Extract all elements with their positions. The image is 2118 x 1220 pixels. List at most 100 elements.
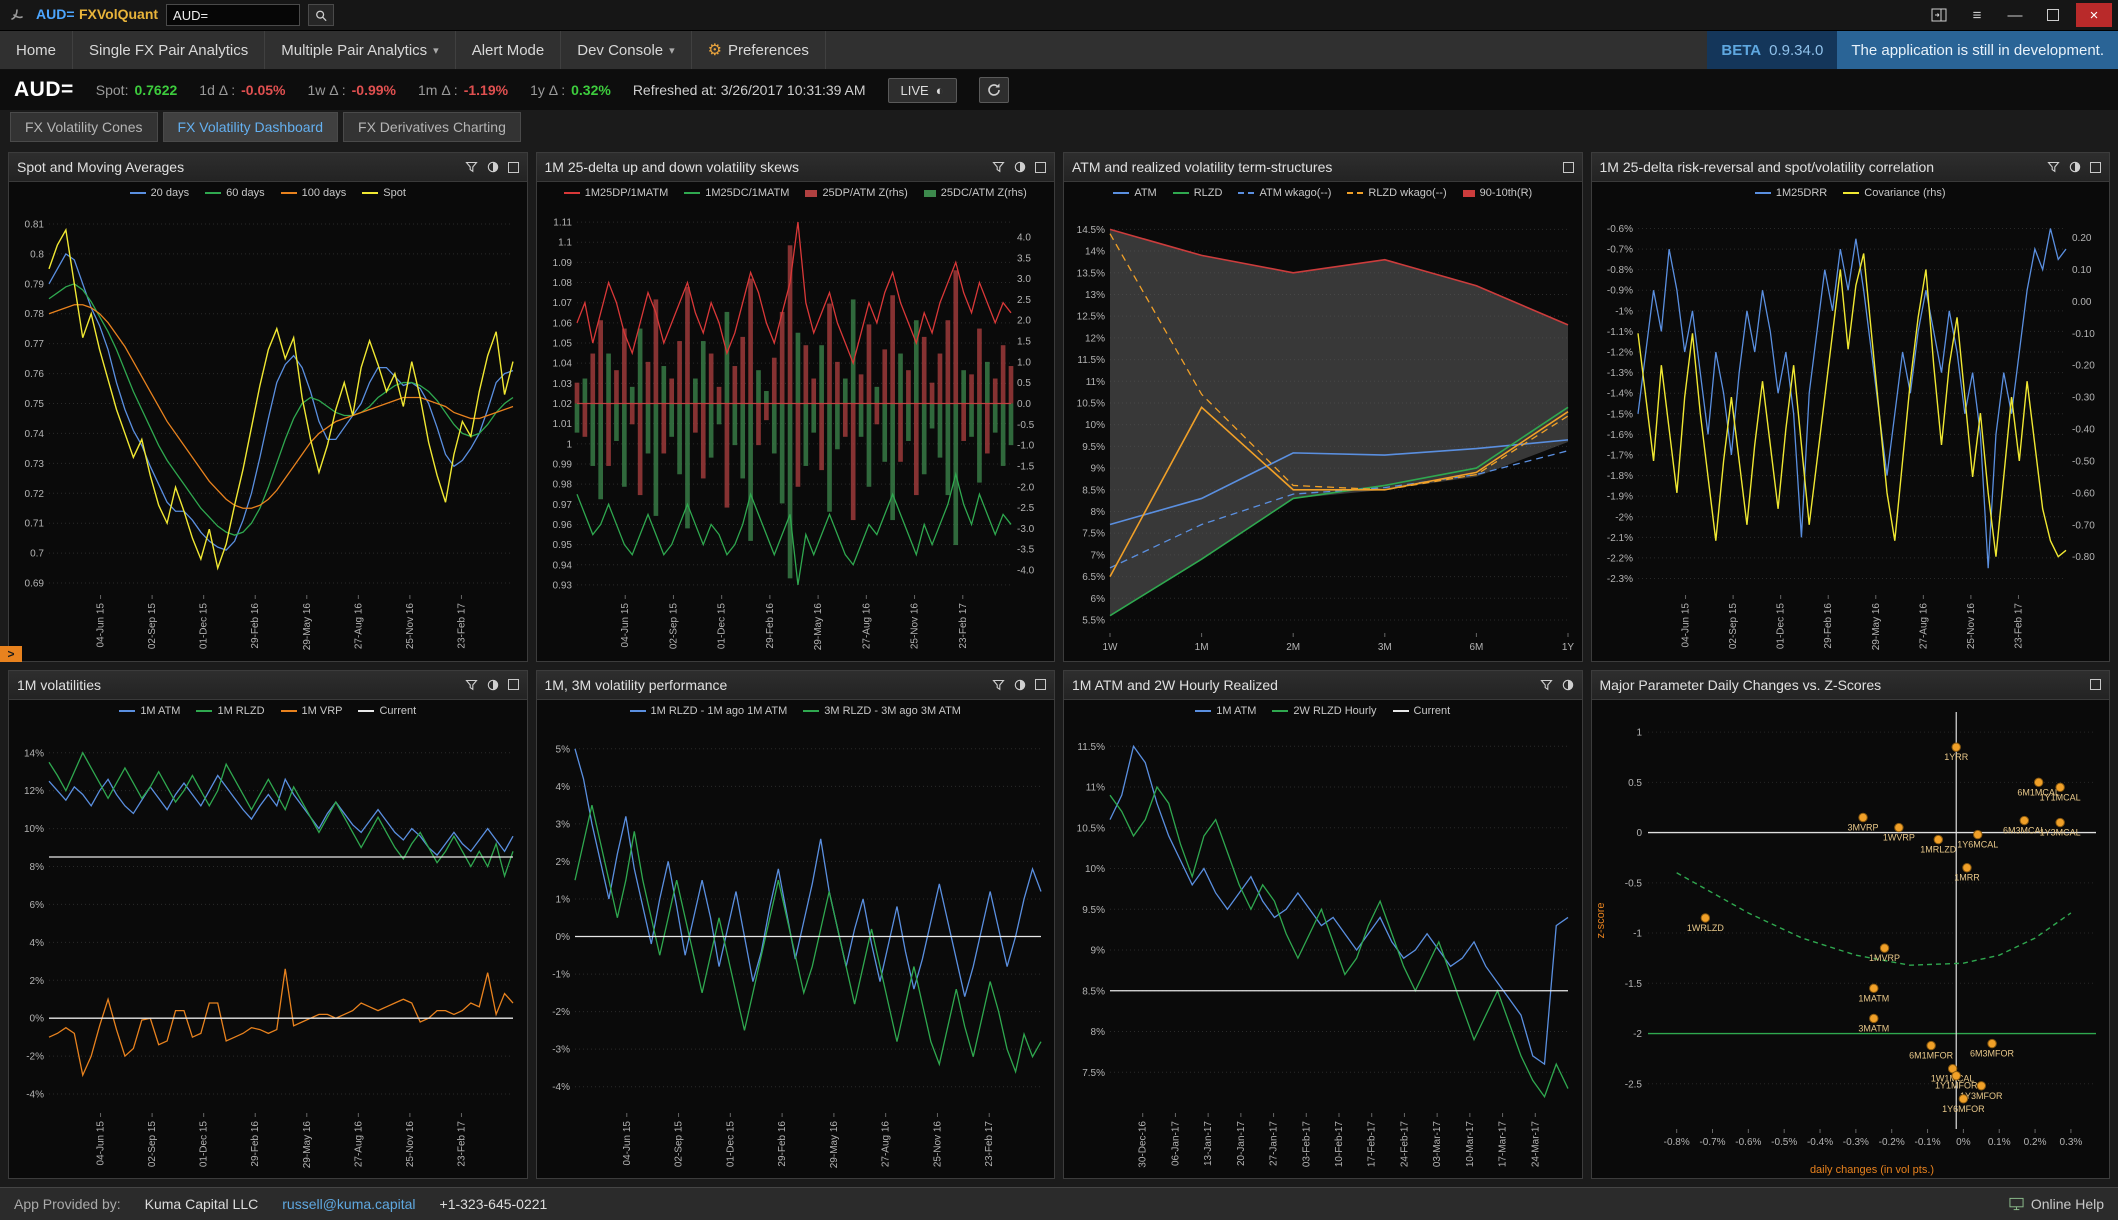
- online-help-link[interactable]: Online Help: [2009, 1196, 2104, 1212]
- chart-svg: -2.3%-2.2%-2.1%-2%-1.9%-1.8%-1.7%-1.6%-1…: [1592, 204, 2110, 661]
- legend-item[interactable]: 60 days: [205, 187, 265, 199]
- chart-area[interactable]: 0.690.70.710.720.730.740.750.760.770.780…: [9, 204, 527, 661]
- minimize-button[interactable]: —: [2000, 3, 2030, 27]
- contrast-icon[interactable]: [1014, 679, 1026, 691]
- filter-icon[interactable]: [1540, 679, 1553, 691]
- filter-icon[interactable]: [465, 679, 478, 691]
- legend-item[interactable]: 1M RLZD - 1M ago 1M ATM: [630, 705, 788, 717]
- contrast-icon[interactable]: [487, 161, 499, 173]
- filter-icon[interactable]: [992, 679, 1005, 691]
- menu-icon[interactable]: ≡: [1962, 3, 1992, 27]
- svg-text:03-Mar-17: 03-Mar-17: [1432, 1120, 1443, 1167]
- maximize-icon[interactable]: [508, 679, 519, 690]
- live-toggle[interactable]: LIVE◐: [888, 78, 957, 103]
- legend-item[interactable]: 3M RLZD - 3M ago 3M ATM: [803, 705, 961, 717]
- menu-alert-mode[interactable]: Alert Mode: [456, 31, 562, 69]
- svg-text:0.98: 0.98: [552, 480, 572, 491]
- contrast-icon[interactable]: [1014, 161, 1026, 173]
- chart-legend: 1M25DP/1MATM 1M25DC/1MATM 25DP/ATM Z(rhs) 2…: [537, 182, 1055, 204]
- legend-item[interactable]: 1M25DRR: [1755, 187, 1827, 199]
- chart-area[interactable]: 5.5%6%6.5%7%7.5%8%8.5%9%9.5%10%10.5%11%1…: [1064, 204, 1582, 661]
- contrast-icon[interactable]: [1562, 679, 1574, 691]
- legend-item[interactable]: ATM: [1113, 187, 1156, 199]
- svg-text:0.97: 0.97: [552, 500, 572, 511]
- chart-area[interactable]: -2.3%-2.2%-2.1%-2%-1.9%-1.8%-1.7%-1.6%-1…: [1592, 204, 2110, 661]
- filter-icon[interactable]: [2047, 161, 2060, 173]
- svg-text:-2.1%: -2.1%: [1606, 533, 1632, 544]
- legend-item[interactable]: 1M25DP/1MATM: [564, 187, 669, 199]
- maximize-icon[interactable]: [2090, 679, 2101, 690]
- legend-item[interactable]: RLZD wkago(--): [1347, 187, 1446, 199]
- svg-text:29-Feb 16: 29-Feb 16: [777, 1120, 788, 1166]
- close-button[interactable]: ×: [2076, 3, 2112, 27]
- chart-area[interactable]: -2.5-2-1.5-1-0.500.51-0.8%-0.7%-0.6%-0.5…: [1592, 700, 2110, 1179]
- provider-email-link[interactable]: russell@kuma.capital: [282, 1196, 415, 1212]
- legend-item[interactable]: 20 days: [130, 187, 190, 199]
- maximize-icon[interactable]: [1035, 162, 1046, 173]
- maximize-icon[interactable]: [508, 162, 519, 173]
- legend-item[interactable]: ATM wkago(--): [1238, 187, 1331, 199]
- legend-item[interactable]: Current: [1393, 705, 1451, 717]
- svg-text:27-Jan-17: 27-Jan-17: [1269, 1120, 1280, 1165]
- svg-text:0.5: 0.5: [1628, 777, 1642, 788]
- svg-text:14%: 14%: [24, 748, 44, 759]
- legend-item[interactable]: RLZD: [1173, 187, 1223, 199]
- svg-text:4.0: 4.0: [1017, 232, 1031, 243]
- legend-item[interactable]: Spot: [362, 187, 406, 199]
- svg-text:-1%: -1%: [552, 969, 570, 980]
- svg-text:3MATM: 3MATM: [1858, 1023, 1889, 1033]
- menu-home[interactable]: Home: [0, 31, 73, 69]
- tab-fx-derivatives-charting[interactable]: FX Derivatives Charting: [343, 112, 521, 142]
- legend-item[interactable]: Current: [358, 705, 416, 717]
- svg-text:11%: 11%: [1086, 377, 1105, 388]
- svg-text:-2.5: -2.5: [1017, 503, 1035, 514]
- svg-text:-1.0: -1.0: [1017, 441, 1035, 452]
- maximize-icon[interactable]: [1563, 162, 1574, 173]
- title-symbol: AUD=: [36, 6, 75, 22]
- legend-item[interactable]: 25DP/ATM Z(rhs): [805, 187, 907, 199]
- legend-item[interactable]: 1M ATM: [1195, 705, 1256, 717]
- contrast-icon[interactable]: [2069, 161, 2081, 173]
- svg-text:03-Feb-17: 03-Feb-17: [1301, 1120, 1312, 1167]
- legend-item[interactable]: 25DC/ATM Z(rhs): [924, 187, 1027, 199]
- svg-text:1YRR: 1YRR: [1944, 752, 1969, 762]
- chart-area[interactable]: -4%-3%-2%-1%0%1%2%3%4%5%04-Jun 1502-Sep …: [537, 722, 1055, 1179]
- legend-item[interactable]: 90-10th(R): [1463, 187, 1533, 199]
- chart-area[interactable]: 7.5%8%8.5%9%9.5%10%10.5%11%11.5%30-Dec-1…: [1064, 722, 1582, 1179]
- tab-fx-volatility-dashboard[interactable]: FX Volatility Dashboard: [163, 112, 339, 142]
- legend-item[interactable]: 1M RLZD: [196, 705, 264, 717]
- svg-text:01-Dec 15: 01-Dec 15: [199, 1120, 210, 1167]
- maximize-icon[interactable]: [2090, 162, 2101, 173]
- svg-text:-2%: -2%: [1615, 512, 1633, 523]
- menu-preferences[interactable]: ⚙Preferences: [692, 31, 826, 69]
- provider-name: Kuma Capital LLC: [145, 1196, 259, 1212]
- panel-spot-moving-averages: Spot and Moving Averages 20 days60 days1…: [8, 152, 528, 662]
- filter-icon[interactable]: [992, 161, 1005, 173]
- maximize-button[interactable]: [2038, 3, 2068, 27]
- menubar-spacer: [826, 31, 1708, 69]
- menu-dev-console[interactable]: Dev Console▾: [561, 31, 691, 69]
- legend-item[interactable]: 1M ATM: [119, 705, 180, 717]
- panel-header: Major Parameter Daily Changes vs. Z-Scor…: [1592, 671, 2110, 700]
- svg-text:11%: 11%: [1086, 782, 1105, 793]
- maximize-icon[interactable]: [1035, 679, 1046, 690]
- layout-restore-icon[interactable]: [1924, 3, 1954, 27]
- legend-item[interactable]: 1M VRP: [281, 705, 343, 717]
- version-label: 0.9.34.0: [1769, 42, 1823, 59]
- sidebar-expand-handle[interactable]: >: [0, 646, 22, 662]
- search-icon[interactable]: [308, 4, 334, 26]
- legend-item[interactable]: 100 days: [281, 187, 347, 199]
- menu-multiple-pair-analytics[interactable]: Multiple Pair Analytics▾: [265, 31, 455, 69]
- legend-item[interactable]: 2W RLZD Hourly: [1272, 705, 1376, 717]
- tab-fx-volatility-cones[interactable]: FX Volatility Cones: [10, 112, 158, 142]
- symbol-search-input[interactable]: [166, 4, 300, 26]
- refresh-button[interactable]: [979, 77, 1009, 103]
- contrast-icon[interactable]: [487, 679, 499, 691]
- chart-area[interactable]: -4%-2%0%2%4%6%8%10%12%14%04-Jun 1502-Sep…: [9, 722, 527, 1179]
- filter-icon[interactable]: [465, 161, 478, 173]
- svg-text:11.5%: 11.5%: [1077, 741, 1105, 752]
- legend-item[interactable]: 1M25DC/1MATM: [684, 187, 789, 199]
- menu-single-fx-pair-analytics[interactable]: Single FX Pair Analytics: [73, 31, 265, 69]
- legend-item[interactable]: Covariance (rhs): [1843, 187, 1945, 199]
- chart-area[interactable]: 0.930.940.950.960.970.980.9911.011.021.0…: [537, 204, 1055, 661]
